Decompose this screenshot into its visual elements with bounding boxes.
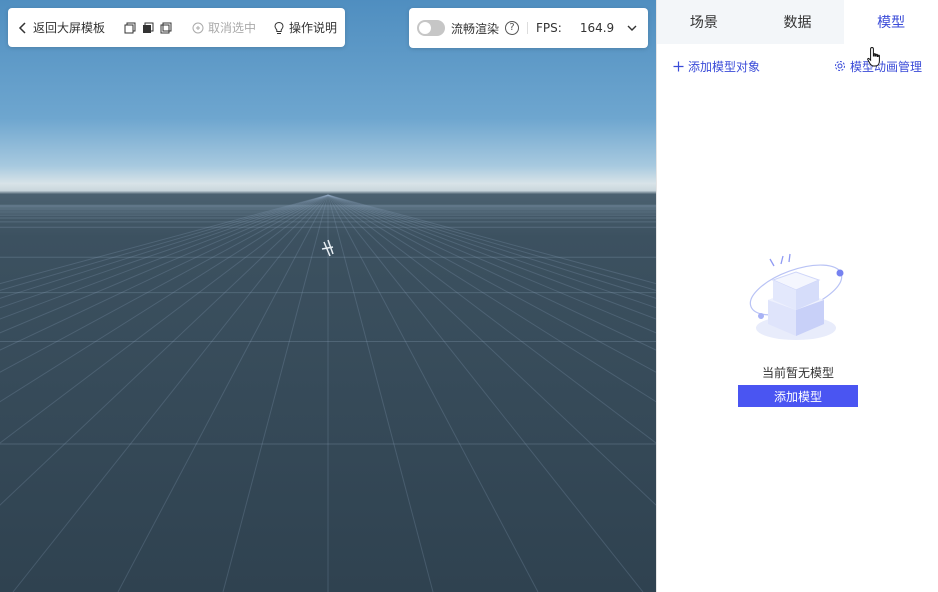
cancel-select-button[interactable]: 取消选中 xyxy=(191,19,256,36)
fps-label: FPS: xyxy=(536,21,562,35)
view-2d-button[interactable] xyxy=(124,20,136,36)
view-2d-icon xyxy=(124,22,136,33)
view-3d-icon xyxy=(143,22,154,33)
empty-state: 当前暂无模型 添加模型 xyxy=(657,250,938,407)
view-3d-button[interactable] xyxy=(142,20,154,36)
scene-toolbar: 返回大屏模板 取消选中 操作说明 xyxy=(8,8,345,47)
smooth-render-toggle[interactable] xyxy=(417,20,445,36)
scene-axis-gizmo xyxy=(321,239,334,257)
fps-value: 164.9 xyxy=(579,21,615,35)
tab-scene[interactable]: 场景 xyxy=(657,0,751,44)
help-label: 操作说明 xyxy=(289,21,338,35)
render-toolbar: 流畅渲染 ? FPS: 164.9 xyxy=(409,8,648,48)
question-icon[interactable]: ? xyxy=(505,21,520,35)
back-to-template-button[interactable]: 返回大屏模板 xyxy=(16,19,105,36)
view-copy-icon xyxy=(160,22,172,33)
tab-model[interactable]: 模型 xyxy=(844,0,938,44)
back-label: 返回大屏模板 xyxy=(33,21,106,35)
panel-tabs: 场景 数据 模型 xyxy=(657,0,938,44)
back-arrow-icon xyxy=(18,21,26,34)
cancel-select-icon xyxy=(192,22,204,33)
empty-box-illustration xyxy=(749,253,844,340)
cancel-select-label: 取消选中 xyxy=(208,21,257,35)
right-panel: 场景 数据 模型 添加模型对象 模型动画管理 当前暂无模型 添加模型 xyxy=(656,0,938,592)
bulb-icon xyxy=(274,21,284,34)
divider xyxy=(527,22,529,34)
model-animation-manage-label: 模型动画管理 xyxy=(849,59,922,74)
empty-state-text: 当前暂无模型 xyxy=(761,366,834,380)
plus-icon xyxy=(673,61,684,71)
help-instructions-button[interactable]: 操作说明 xyxy=(272,19,337,36)
add-model-button[interactable]: 添加模型 xyxy=(738,385,858,407)
add-model-object-label: 添加模型对象 xyxy=(688,59,761,74)
tab-data[interactable]: 数据 xyxy=(751,0,845,44)
gear-icon xyxy=(834,61,845,71)
scene-viewport[interactable] xyxy=(0,0,656,592)
view-copy-button[interactable] xyxy=(160,20,172,36)
smooth-render-label: 流畅渲染 xyxy=(451,21,500,36)
hand-cursor-icon xyxy=(867,46,880,67)
model-actions: 添加模型对象 模型动画管理 xyxy=(657,44,938,88)
add-model-object-button[interactable]: 添加模型对象 xyxy=(673,58,760,75)
chevron-down-icon[interactable] xyxy=(626,22,638,34)
